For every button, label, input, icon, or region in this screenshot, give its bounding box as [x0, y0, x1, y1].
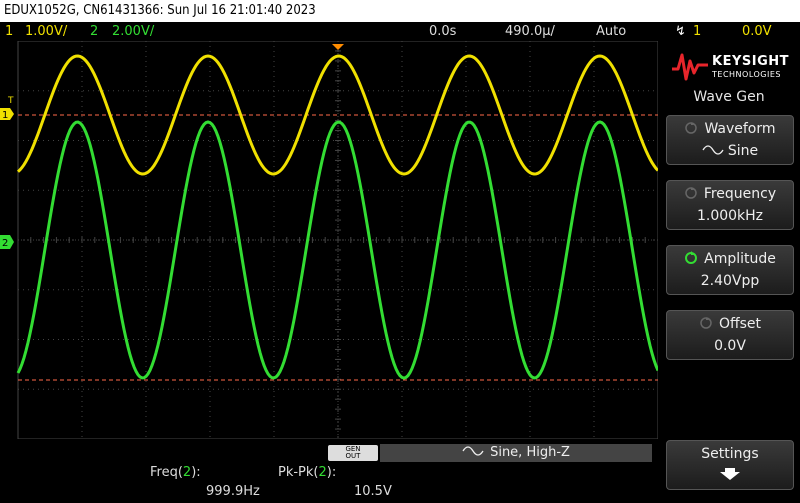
softkey-offset[interactable]: Offset 0.0V: [666, 310, 794, 360]
arrow-down-icon: [720, 468, 740, 480]
softkey-amplitude[interactable]: Amplitude 2.40Vpp: [666, 245, 794, 295]
freq-label-text: Freq(: [150, 465, 183, 480]
trigger-edge-icon: ↯: [675, 24, 686, 39]
trigger-source[interactable]: 1: [693, 22, 701, 41]
pkpk-measurement-value: 10.5V: [354, 484, 392, 499]
status-bar: 1 1.00V/ 2 2.00V/ 0.0s 490.0µ/ Auto ↯ 1 …: [0, 22, 800, 41]
ch1-ground-label: 1: [2, 110, 8, 121]
trigger-level-marker[interactable]: T: [7, 96, 14, 106]
softkey-panel: KEYSIGHT TECHNOLOGIES Wave Gen Waveform …: [658, 41, 800, 503]
freq-measurement-label[interactable]: Freq(2):: [150, 465, 201, 480]
softkey-settings[interactable]: Settings: [666, 440, 794, 490]
softkey-offset-value: 0.0V: [714, 338, 746, 354]
pkpk-label-close: ):: [326, 465, 337, 480]
waveform-grid-svg: T 1 2: [0, 40, 660, 440]
keysight-logo: KEYSIGHT TECHNOLOGIES: [666, 47, 794, 87]
ch2-number[interactable]: 2: [90, 22, 98, 41]
bottom-bar: GEN OUT Sine, High-Z Freq(2): 999.9Hz Pk…: [0, 439, 658, 503]
title-bar: EDUX1052G, CN61431366: Sun Jul 16 21:01:…: [0, 0, 800, 22]
knob-icon: [700, 317, 712, 329]
softkey-amplitude-label: Amplitude: [704, 251, 776, 267]
freq-channel: 2: [182, 465, 192, 480]
pkpk-measurement-label[interactable]: Pk-Pk(2):: [278, 465, 336, 480]
sine-wave-icon: [702, 145, 724, 155]
knob-icon: [685, 187, 697, 199]
time-delay[interactable]: 0.0s: [429, 22, 456, 41]
gen-out-label: GEN OUT: [345, 445, 361, 460]
menu-title: Wave Gen: [693, 89, 765, 105]
ch1-number[interactable]: 1: [5, 22, 13, 41]
freq-measurement-value: 999.9Hz: [206, 484, 260, 499]
time-scale[interactable]: 490.0µ/: [505, 22, 555, 41]
softkey-waveform-value: Sine: [727, 143, 759, 159]
brand-subtitle: TECHNOLOGIES: [712, 70, 781, 79]
device-info-timestamp: EDUX1052G, CN61431366: Sun Jul 16 21:01:…: [4, 3, 316, 18]
active-knob-icon: [685, 251, 698, 264]
ch2-ground-label: 2: [2, 238, 8, 249]
sine-wave-icon: [462, 446, 484, 456]
softkey-waveform-label: Waveform: [704, 121, 776, 137]
softkey-frequency[interactable]: Frequency 1.000kHz: [666, 180, 794, 230]
brand-name: KEYSIGHT: [712, 54, 789, 69]
ch2-scale[interactable]: 2.00V/: [112, 22, 154, 41]
keysight-wave-icon: [672, 53, 708, 81]
freq-label-close: ):: [191, 465, 201, 480]
ch1-scale[interactable]: 1.00V/: [25, 22, 67, 41]
softkey-frequency-value: 1.000kHz: [696, 208, 764, 224]
pkpk-label-text: Pk-Pk(: [278, 465, 319, 480]
trigger-mode[interactable]: Auto: [596, 22, 626, 41]
softkey-amplitude-value: 2.40Vpp: [700, 273, 760, 289]
softkey-settings-label: Settings: [701, 446, 759, 462]
knob-icon: [685, 122, 698, 134]
gen-out-badge[interactable]: GEN OUT: [328, 445, 378, 461]
wavegen-status: Sine, High-Z: [380, 444, 652, 462]
wavegen-status-text: Sine, High-Z: [490, 445, 570, 460]
trigger-level[interactable]: 0.0V: [742, 22, 772, 41]
waveform-display[interactable]: T 1 2: [0, 40, 660, 440]
pkpk-channel: 2: [318, 465, 327, 480]
softkey-offset-label: Offset: [718, 316, 762, 332]
softkey-frequency-label: Frequency: [703, 186, 777, 202]
softkey-waveform[interactable]: Waveform Sine: [666, 115, 794, 165]
